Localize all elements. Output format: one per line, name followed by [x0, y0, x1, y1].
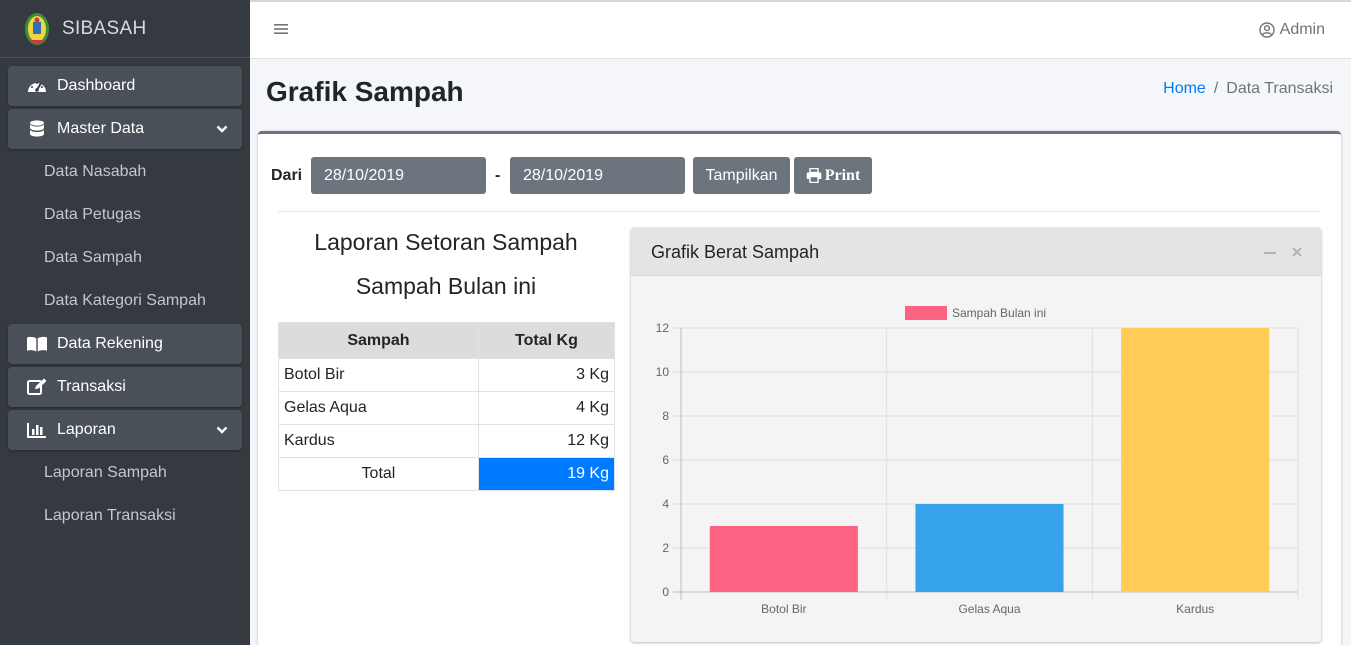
page-title: Grafik Sampah: [266, 76, 464, 107]
y-tick-label: 8: [662, 409, 669, 423]
book-icon: [26, 334, 48, 354]
sidebar-subitem-laporan-sampah[interactable]: Laporan Sampah: [8, 453, 242, 493]
chart-card-header: Grafik Berat Sampah: [631, 228, 1321, 276]
chevron-down-icon: [216, 122, 228, 140]
sidebar-subitem-data-petugas[interactable]: Data Petugas: [8, 195, 242, 235]
bar-chart: 0 2 4 6 8 10 12 Botol Bir Gelas Aqua Kardus Sampah…: [631, 276, 1321, 642]
column-header-total-kg: Total Kg: [477, 322, 616, 359]
sidebar-item-label: Master Data: [57, 120, 145, 137]
table-row: Kardus 12 Kg: [278, 424, 616, 458]
x-tick-label: Gelas Aqua: [958, 602, 1020, 616]
tachometer-icon: [26, 76, 48, 96]
chart-card: Grafik Berat Sampah 0 2 4 6 8 10 12 Botol Bir Ge…: [631, 228, 1321, 642]
chevron-down-icon: [216, 423, 228, 441]
sidebar-subitem-data-kategori-sampah[interactable]: Data Kategori Sampah: [8, 281, 242, 321]
brand-logo-icon: [24, 12, 50, 46]
y-tick-label: 10: [656, 365, 670, 379]
report-subtitle: Sampah Bulan ini: [355, 273, 537, 299]
x-tick-label: Kardus: [1176, 602, 1214, 616]
user-name: Admin: [1279, 21, 1325, 38]
cell-sampah: Gelas Aqua: [278, 391, 479, 425]
chart-card-title: Grafik Berat Sampah: [651, 242, 820, 262]
print-button-label: Print: [824, 166, 861, 184]
print-button[interactable]: Print: [794, 157, 872, 194]
date-from-label: Dari: [271, 167, 303, 184]
breadcrumb-home-link[interactable]: Home: [1163, 80, 1206, 98]
sidebar-item-label: Data Sampah: [44, 249, 142, 266]
y-tick-label: 0: [662, 585, 669, 599]
y-tick-label: 6: [662, 453, 669, 467]
divider: [278, 211, 1321, 212]
sidebar-item-label: Data Petugas: [44, 206, 141, 223]
sidebar-item-label: Data Rekening: [57, 335, 163, 352]
table-total-row: Total 19 Kg: [278, 457, 616, 491]
sidebar-item-master-data[interactable]: Master Data: [8, 109, 242, 149]
bar: [915, 504, 1064, 592]
brand-name: SIBASAH: [62, 17, 147, 39]
print-icon: [806, 168, 822, 183]
cell-kg: 3 Kg: [477, 358, 616, 392]
sidebar-item-data-rekening[interactable]: Data Rekening: [8, 324, 242, 364]
cell-sampah: Botol Bir: [278, 358, 479, 392]
total-label: Total: [278, 457, 479, 491]
report-table: Sampah Total Kg Botol Bir 3 Kg Gelas Aqu…: [278, 322, 616, 491]
show-button[interactable]: Tampilkan: [693, 157, 790, 194]
y-tick-label: 4: [662, 497, 669, 511]
user-circle-icon: [1258, 22, 1275, 38]
y-tick-label: 2: [662, 541, 669, 555]
sidebar-subitem-data-sampah[interactable]: Data Sampah: [8, 238, 242, 278]
top-navbar: Admin: [250, 0, 1351, 59]
legend-label: Sampah Bulan ini: [952, 306, 1046, 320]
sidebar: SIBASAH Dashboard Master Data Data Nasabah…: [0, 0, 250, 645]
total-value: 19 Kg: [477, 457, 616, 491]
database-icon: [26, 119, 48, 139]
sidebar-item-label: Laporan: [57, 421, 116, 438]
sidebar-item-label: Transaksi: [57, 378, 126, 395]
edit-icon: [26, 377, 48, 397]
sidebar-item-label: Laporan Transaksi: [44, 507, 176, 524]
breadcrumb-separator: /: [1213, 80, 1219, 97]
sidebar-item-transaksi[interactable]: Transaksi: [8, 367, 242, 407]
table-row: Botol Bir 3 Kg: [278, 358, 616, 392]
table-header-row: Sampah Total Kg: [278, 322, 616, 359]
legend-swatch: [905, 306, 947, 320]
breadcrumb: Home / Data Transaksi: [1163, 80, 1333, 98]
collapse-icon[interactable]: [1264, 243, 1276, 266]
breadcrumb-current: Data Transaksi: [1226, 80, 1333, 97]
y-tick-label: 12: [656, 321, 670, 335]
date-range-separator: -: [495, 167, 501, 184]
sidebar-item-label: Laporan Sampah: [44, 464, 167, 481]
table-row: Gelas Aqua 4 Kg: [278, 391, 616, 425]
sidebar-subitem-laporan-transaksi[interactable]: Laporan Transaksi: [8, 496, 242, 536]
bar-chart-svg: 0 2 4 6 8 10 12 Botol Bir Gelas Aqua Kardus Sampah…: [656, 306, 1299, 616]
report-title: Laporan Setoran Sampah: [314, 229, 578, 255]
sidebar-item-label: Data Nasabah: [44, 163, 147, 180]
close-icon[interactable]: [1291, 243, 1303, 266]
user-menu[interactable]: Admin: [1258, 21, 1325, 39]
bar: [1121, 328, 1270, 592]
sidebar-item-label: Data Kategori Sampah: [44, 292, 206, 309]
sidebar-subitem-data-nasabah[interactable]: Data Nasabah: [8, 152, 242, 192]
x-tick-label: Botol Bir: [761, 602, 806, 616]
cell-sampah: Kardus: [278, 424, 479, 458]
menu-toggle-icon[interactable]: [274, 22, 288, 41]
sidebar-item-dashboard[interactable]: Dashboard: [8, 66, 242, 106]
sidebar-item-label: Dashboard: [57, 77, 136, 94]
chart-bar-icon: [26, 420, 48, 440]
date-to-input[interactable]: [510, 157, 685, 194]
cell-kg: 12 Kg: [477, 424, 616, 458]
cell-kg: 4 Kg: [477, 391, 616, 425]
date-from-input[interactable]: [311, 157, 486, 194]
bar: [709, 526, 858, 592]
sidebar-item-laporan[interactable]: Laporan: [8, 410, 242, 450]
brand[interactable]: SIBASAH: [0, 0, 250, 58]
column-header-sampah: Sampah: [278, 322, 479, 359]
sidebar-nav: Dashboard Master Data Data Nasabah Data Pet…: [0, 58, 250, 536]
main-card: Dari - Tampilkan Print Laporan Setoran S…: [258, 131, 1341, 645]
